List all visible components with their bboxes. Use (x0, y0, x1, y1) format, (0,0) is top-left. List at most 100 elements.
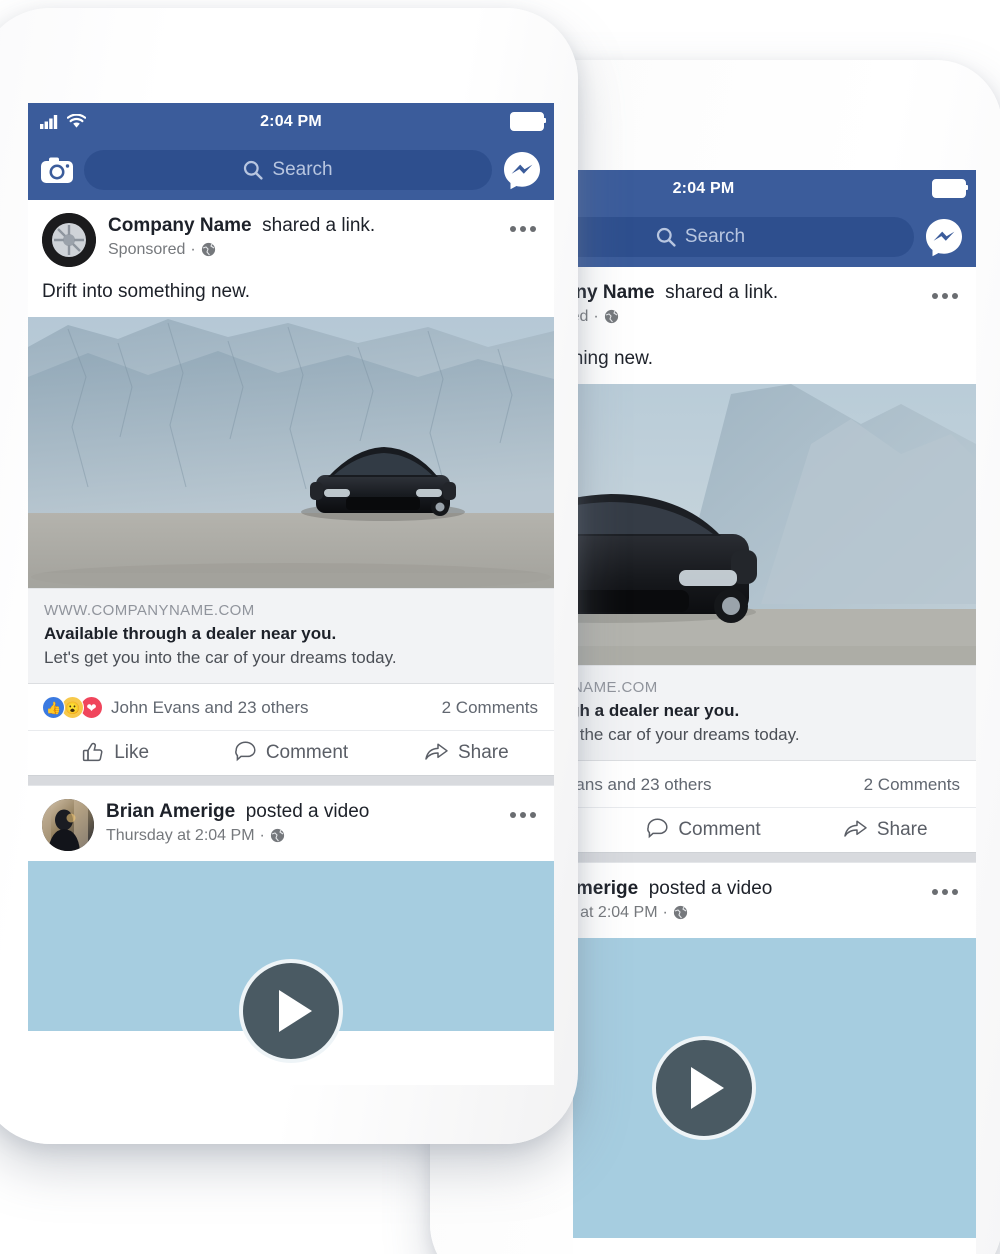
search-icon (243, 160, 263, 180)
post-header-back: Company Name shared a link. Sponsored · (573, 267, 976, 344)
link-attachment[interactable]: WWW.COMPANYNAME.COM Available through a … (28, 588, 554, 684)
post-meta-back: Sponsored · (573, 308, 962, 326)
person-in-hoodie-avatar[interactable] (42, 799, 94, 851)
post-separator (28, 775, 554, 786)
engagement-row: 👍 😮 ❤ John Evans and 23 others 2 Comment… (28, 684, 554, 731)
comment-button-label: Comment (266, 742, 348, 764)
status-bar-back: 2:04 PM (573, 170, 976, 207)
search-input[interactable]: Search (84, 150, 492, 190)
action-bar: Like Comment (28, 731, 554, 775)
link-attachment-back[interactable]: WWW.COMPANYNAME.COM Available through a … (573, 665, 976, 761)
more-options-icon[interactable] (510, 226, 536, 232)
post-header-video-back: Brian Amerige posted a video Thursday at… (573, 863, 976, 938)
status-bar-time: 2:04 PM (28, 113, 554, 131)
post-sponsored-ad: Company Name shared a link. Sponsored · (28, 200, 554, 775)
post-author-line: Company Name shared a link. (108, 215, 540, 238)
link-description-back: Let's get you into the car of your dream… (573, 725, 960, 745)
post-action-video: posted a video (246, 801, 370, 822)
screenshot-stage: 2:04 PM (0, 0, 1000, 1254)
phone-screen-back: 2:04 PM (573, 170, 976, 1254)
globe-icon-video-back (673, 905, 688, 920)
post-header-text-video-back: Brian Amerige posted a video Thursday at… (573, 876, 962, 922)
post-author-video[interactable]: Brian Amerige (106, 801, 235, 822)
share-button-back[interactable]: Share (794, 818, 976, 841)
post-author-back[interactable]: Company Name (573, 282, 655, 303)
post-action: shared a link. (262, 215, 375, 236)
link-title-back: Available through a dealer near you. (573, 701, 960, 721)
share-arrow-icon-back (843, 818, 868, 841)
thumbs-up-icon (82, 741, 105, 764)
comment-button-back[interactable]: Comment (613, 818, 795, 841)
car-wheel-avatar[interactable] (42, 213, 96, 267)
post-sponsored-label: Sponsored (108, 241, 185, 259)
globe-icon-video (270, 828, 285, 843)
more-options-icon-video-back[interactable] (932, 889, 958, 895)
post-video: Brian Amerige posted a video Thursday at… (28, 786, 554, 1031)
post-meta-video-back: Thursday at 2:04 PM · (573, 904, 962, 922)
share-button-label: Share (458, 742, 509, 764)
post-video-back: Brian Amerige posted a video Thursday at… (573, 863, 976, 1238)
reaction-names-back[interactable]: John Evans and 23 others (573, 775, 712, 795)
post-sponsored-ad-back: Company Name shared a link. Sponsored · (573, 267, 976, 852)
phone-screen-front: 2:04 PM (28, 103, 554, 1085)
more-options-icon-video[interactable] (510, 812, 536, 818)
search-input-back[interactable]: Search (573, 217, 914, 257)
search-placeholder: Search (272, 159, 332, 181)
navigation-bar: Search (28, 140, 554, 200)
search-placeholder-back: Search (685, 226, 745, 248)
navigation-bar-back: Search (573, 207, 976, 267)
comment-bubble-icon-back (646, 818, 669, 841)
action-bar-back: Like Comment (573, 808, 976, 852)
post-author-video-back[interactable]: Brian Amerige (573, 878, 638, 899)
link-description: Let's get you into the car of your dream… (44, 648, 538, 668)
post-header-text-video: Brian Amerige posted a video Thursday at… (106, 799, 540, 845)
reaction-names[interactable]: John Evans and 23 others (111, 698, 309, 718)
news-feed-back: Company Name shared a link. Sponsored · (573, 267, 976, 1238)
play-button-icon[interactable] (239, 959, 343, 1063)
comment-button[interactable]: Comment (203, 741, 378, 764)
link-domain-back: WWW.COMPANYNAME.COM (573, 679, 960, 696)
engagement-row-back: 👍 😮 ❤ John Evans and 23 others 2 Comment… (573, 761, 976, 808)
video-thumbnail[interactable] (28, 861, 554, 1031)
ad-car-image-back[interactable] (573, 384, 976, 665)
search-icon-back (656, 227, 676, 247)
comment-bubble-icon (234, 741, 257, 764)
play-button-icon-back[interactable] (652, 1036, 756, 1140)
post-action-video-back: posted a video (649, 878, 773, 899)
post-meta-video: Thursday at 2:04 PM · (106, 827, 540, 845)
video-thumbnail-back[interactable] (573, 938, 976, 1238)
reaction-like-icon: 👍 (42, 696, 65, 719)
post-author[interactable]: Company Name (108, 215, 252, 236)
status-bar-front: 2:04 PM (28, 103, 554, 140)
post-timestamp-back: Thursday at 2:04 PM (573, 904, 658, 922)
share-button[interactable]: Share (379, 741, 554, 764)
post-header-text: Company Name shared a link. Sponsored · (108, 213, 540, 259)
ad-car-image[interactable] (28, 317, 554, 588)
battery-full-icon (510, 112, 544, 131)
messenger-icon-back[interactable] (924, 217, 964, 257)
post-separator-back (573, 852, 976, 863)
messenger-icon[interactable] (502, 150, 542, 190)
post-author-line-video-back: Brian Amerige posted a video (573, 878, 962, 901)
like-button[interactable]: Like (28, 741, 203, 764)
reaction-icons[interactable]: 👍 😮 ❤ (42, 696, 99, 719)
post-body-text-back: Drift into something new. (573, 344, 976, 384)
comment-count[interactable]: 2 Comments (442, 698, 538, 718)
news-feed: Company Name shared a link. Sponsored · (28, 200, 554, 1031)
link-title: Available through a dealer near you. (44, 624, 538, 644)
comment-button-label-back: Comment (678, 819, 760, 841)
status-bar-time-back: 2:04 PM (573, 180, 976, 198)
post-header-video: Brian Amerige posted a video Thursday at… (28, 786, 554, 861)
comment-count-back[interactable]: 2 Comments (864, 775, 960, 795)
status-bar-right-front (510, 112, 544, 131)
globe-icon (201, 242, 216, 257)
post-meta: Sponsored · (108, 241, 540, 259)
more-options-icon-back[interactable] (932, 293, 958, 299)
camera-icon[interactable] (40, 156, 74, 184)
status-bar-right-back (932, 179, 966, 198)
share-button-label-back: Share (877, 819, 928, 841)
share-arrow-icon (424, 741, 449, 764)
like-button-back[interactable]: Like (573, 818, 613, 841)
post-header: Company Name shared a link. Sponsored · (28, 200, 554, 277)
post-body-text: Drift into something new. (28, 277, 554, 317)
